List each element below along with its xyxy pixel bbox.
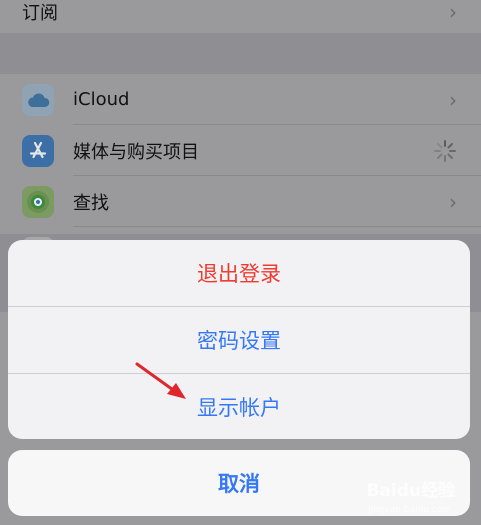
chevron-right-icon: › — [449, 87, 457, 112]
subscriptions-label: 订阅 — [22, 2, 58, 24]
loading-spinner-icon — [434, 139, 456, 162]
chevron-right-icon: › — [449, 189, 457, 214]
settings-row-icloud[interactable]: iCloud › — [0, 74, 481, 125]
password-settings-button[interactable]: 密码设置 — [8, 307, 470, 373]
app-store-icon — [22, 134, 54, 167]
baidu-watermark: Baidu经验 — [366, 481, 455, 501]
icloud-icon — [22, 83, 54, 116]
chevron-right-icon: › — [449, 0, 457, 24]
view-account-button[interactable]: 显示帐户 — [8, 374, 470, 439]
action-sheet: 退出登录 密码设置 显示帐户 — [8, 240, 470, 439]
settings-row-label: 查找 — [73, 192, 109, 214]
settings-row-media-purchases[interactable]: 媒体与购买项目 — [0, 125, 481, 176]
subscriptions-row[interactable]: 订阅 › — [0, 0, 481, 33]
find-my-icon — [22, 185, 54, 218]
account-services-group: iCloud › 媒体与购买项目 查找 › — [0, 74, 481, 269]
settings-row-find-my[interactable]: 查找 › — [0, 176, 481, 227]
baidu-watermark-url: jingyan.baidu.com — [367, 505, 451, 515]
subscriptions-group: 订阅 › — [0, 0, 481, 33]
sign-out-button[interactable]: 退出登录 — [8, 240, 470, 306]
settings-row-label: 媒体与购买项目 — [73, 141, 199, 163]
settings-row-label: iCloud — [73, 89, 130, 110]
